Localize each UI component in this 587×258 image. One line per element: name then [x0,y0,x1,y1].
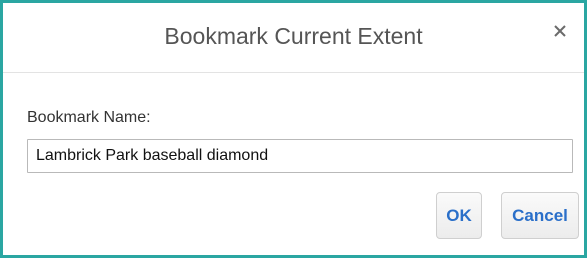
dialog-title: Bookmark Current Extent [164,23,423,49]
bookmark-name-input[interactable] [27,139,573,173]
dialog-header: Bookmark Current Extent [3,3,584,73]
close-icon [553,24,567,38]
bookmark-dialog: Bookmark Current Extent Bookmark Name: O… [0,0,587,258]
close-button[interactable] [545,16,575,46]
bookmark-name-label: Bookmark Name: [27,109,151,126]
ok-button[interactable]: OK [436,192,482,239]
cancel-button[interactable]: Cancel [501,192,579,239]
